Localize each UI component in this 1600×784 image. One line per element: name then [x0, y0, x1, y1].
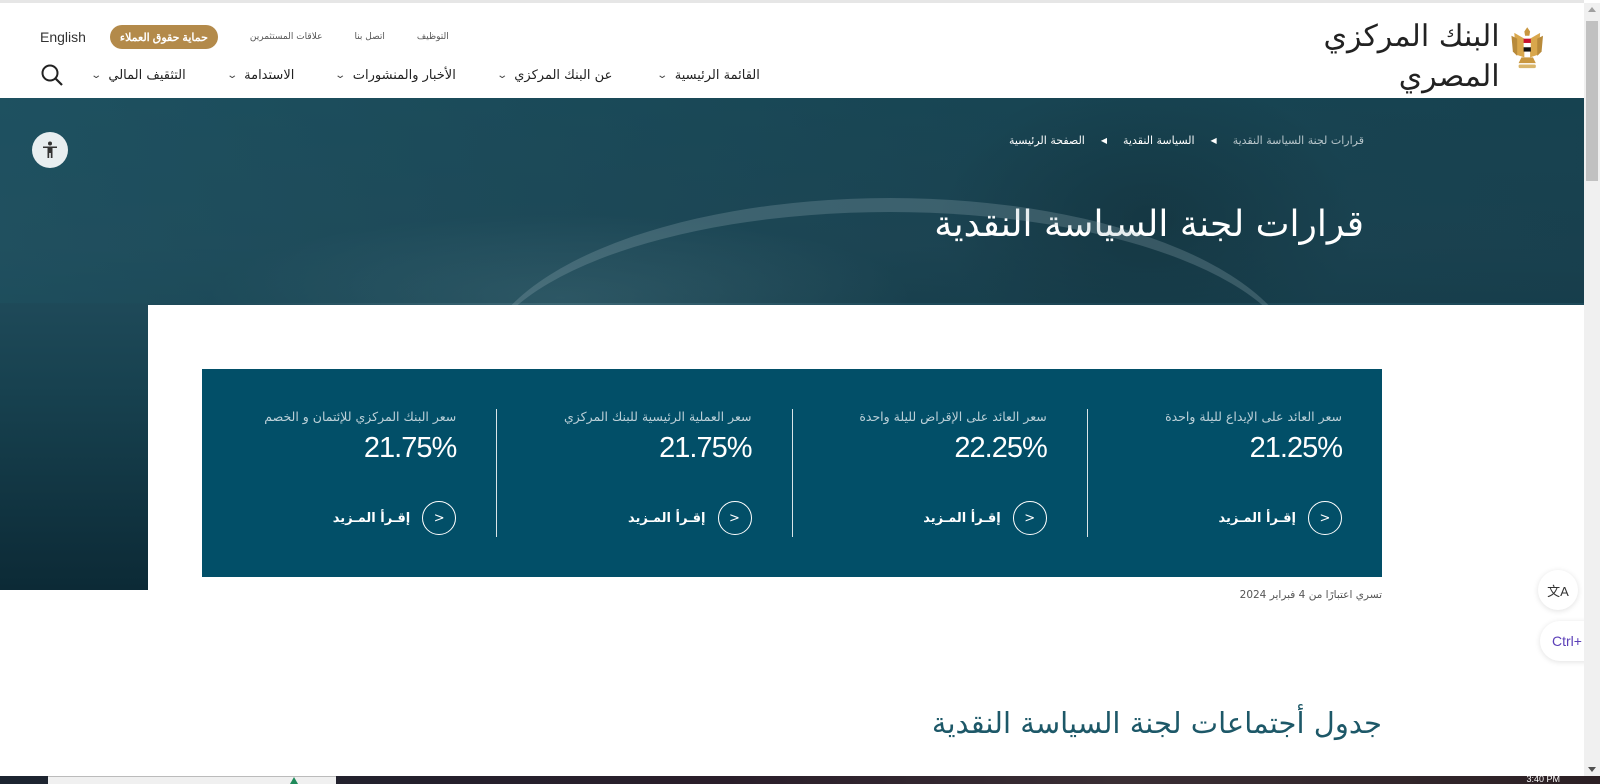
nav-item-news-publications[interactable]: ⌄ الأخبار والمنشورات — [334, 67, 456, 83]
translate-button[interactable]: 文A — [1538, 570, 1578, 610]
rate-value: 21.75% — [363, 432, 457, 464]
policy-rates-panel: سعر العائد على الإيداع لليلة واحدة 21.25… — [202, 369, 1382, 577]
consumer-rights-button[interactable]: حماية حقوق العملاء — [109, 25, 218, 49]
chevron-left-icon: < — [422, 501, 457, 535]
cbe-logo[interactable]: البنك المركزي المصري CENTRAL BANK OF EGY… — [1294, 17, 1544, 114]
rate-main-operation: سعر العملية الرئيسية للبنك المركزي 21.75… — [497, 409, 793, 537]
logo-arabic-text: البنك المركزي المصري — [1323, 19, 1500, 94]
rate-label: سعر العائد على الإيداع لليلة واحدة — [1165, 409, 1342, 424]
nav-item-financial-literacy[interactable]: ⌄ التثقيف المالي — [90, 67, 186, 83]
os-taskbar: 3:40 PM — [0, 774, 1600, 784]
read-more-link[interactable]: < إقـرأ المـزيد — [332, 501, 457, 535]
utility-link-investor-relations[interactable]: علاقات المستثمرين — [250, 32, 323, 42]
nav-items: ⌄ القائمة الرئيسية ⌄ عن البنك المركزي ⌄ … — [90, 67, 760, 83]
read-more-link[interactable]: < إقـرأ المـزيد — [1219, 501, 1342, 535]
utility-link-careers[interactable]: التوظيف — [417, 32, 449, 42]
chevron-down-icon: ⌄ — [226, 69, 238, 81]
search-button[interactable] — [40, 63, 64, 87]
chevron-down-icon: ⌄ — [334, 69, 347, 81]
page-title: قرارات لجنة السياسة النقدية — [934, 204, 1364, 245]
chevron-down-icon: ⌄ — [496, 69, 508, 81]
nav-item-about-cbe[interactable]: ⌄ عن البنك المركزي — [496, 67, 613, 83]
read-more-label: إقـرأ المـزيد — [628, 510, 706, 526]
page-scrollbar[interactable] — [1584, 3, 1600, 776]
rate-label: سعر العائد على الإقراض لليلة واحدة — [859, 409, 1047, 424]
breadcrumb: الصفحة الرئيسية ◀ السياسة النقدية ◀ قرار… — [1009, 134, 1364, 147]
nav-item-home-menu[interactable]: ⌄ القائمة الرئيسية — [656, 67, 760, 83]
breadcrumb-current: قرارات لجنة السياسة النقدية — [1232, 134, 1364, 147]
accessibility-icon — [43, 141, 57, 158]
breadcrumb-separator-icon: ◀ — [1210, 136, 1217, 145]
site-header: English حماية حقوق العملاء التوظيف اتصل … — [0, 3, 1584, 114]
scroll-up-arrow-icon[interactable] — [1588, 7, 1596, 12]
nav-item-sustainability[interactable]: ⌄ الاستدامة — [226, 67, 295, 83]
breadcrumb-separator-icon: ◀ — [1100, 136, 1108, 145]
nav-item-label: التثقيف المالي — [108, 67, 186, 83]
rate-credit-discount: سعر البنك المركزي للإئتمان و الخصم 21.75… — [202, 409, 498, 537]
scroll-thumb[interactable] — [1586, 21, 1598, 181]
accessibility-button[interactable] — [32, 132, 68, 168]
chevron-down-icon: ⌄ — [656, 69, 669, 81]
main-nav: ⌄ القائمة الرئيسية ⌄ عن البنك المركزي ⌄ … — [40, 63, 760, 87]
rate-value: 22.25% — [954, 432, 1047, 464]
read-more-link[interactable]: < إقـرأ المـزيد — [628, 501, 752, 535]
utility-link-contact[interactable]: اتصل بنا — [354, 32, 384, 42]
rate-overnight-lending: سعر العائد على الإقراض لليلة واحدة 22.25… — [793, 409, 1088, 537]
eagle-emblem-icon — [1510, 27, 1543, 69]
rate-overnight-deposit: سعر العائد على الإيداع لليلة واحدة 21.25… — [1088, 409, 1382, 537]
hero-background-image — [0, 98, 1584, 303]
chevron-left-icon: < — [1012, 501, 1047, 535]
effective-date-note: تسري اعتبارًا من 4 فبراير 2024 — [1239, 589, 1382, 601]
rate-value: 21.25% — [1249, 432, 1343, 464]
scroll-down-arrow-icon[interactable] — [1588, 767, 1596, 772]
read-more-label: إقـرأ المـزيد — [923, 510, 1001, 526]
taskbar-clock: 3:40 PM — [1526, 774, 1560, 784]
chevron-left-icon: < — [1308, 501, 1342, 535]
nav-item-label: القائمة الرئيسية — [674, 67, 760, 83]
nav-item-label: الاستدامة — [244, 67, 295, 83]
read-more-link[interactable]: < إقـرأ المـزيد — [923, 501, 1047, 535]
english-language-link[interactable]: English — [40, 29, 86, 45]
search-icon — [41, 64, 63, 86]
rate-label: سعر البنك المركزي للإئتمان و الخصم — [264, 409, 457, 424]
rate-label: سعر العملية الرئيسية للبنك المركزي — [563, 409, 752, 424]
chevron-down-icon: ⌄ — [90, 69, 103, 81]
nav-item-label: الأخبار والمنشورات — [352, 67, 456, 83]
utility-bar: English حماية حقوق العملاء التوظيف اتصل … — [40, 25, 449, 49]
read-more-label: إقـرأ المـزيد — [332, 510, 411, 526]
chevron-left-icon: < — [717, 501, 752, 535]
breadcrumb-home[interactable]: الصفحة الرئيسية — [1009, 134, 1085, 147]
read-more-label: إقـرأ المـزيد — [1218, 510, 1296, 526]
meetings-schedule-title: جدول أجتماعات لجنة السياسة النقدية — [931, 706, 1382, 740]
translate-icon: 文A — [1547, 583, 1569, 599]
nav-item-label: عن البنك المركزي — [514, 67, 613, 83]
rate-value: 21.75% — [659, 432, 752, 464]
utility-links: التوظيف اتصل بنا علاقات المستثمرين — [250, 32, 449, 42]
breadcrumb-monetary-policy[interactable]: السياسة النقدية — [1123, 134, 1195, 147]
